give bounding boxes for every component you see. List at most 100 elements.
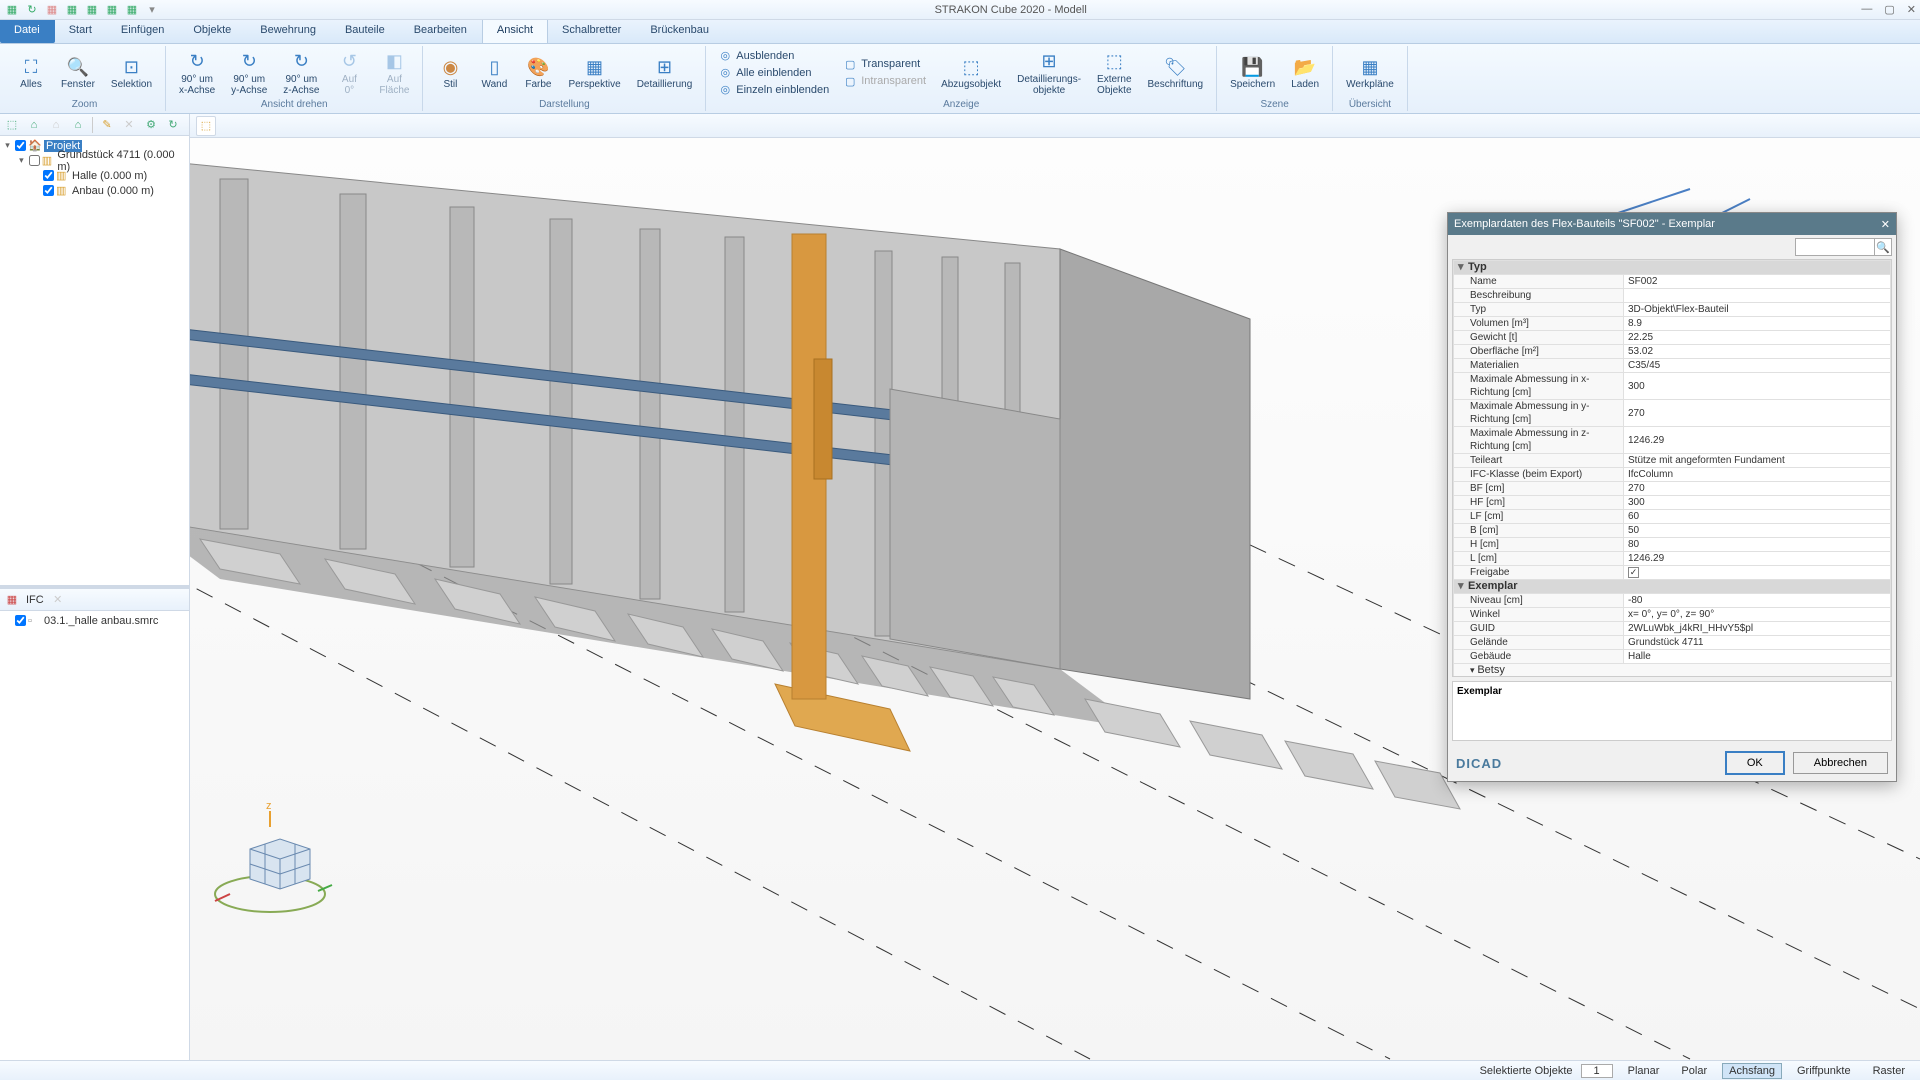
tab-brueckenbau[interactable]: Brückenbau (636, 20, 724, 43)
farbe-icon: 🎨 (526, 55, 550, 79)
qat-icon-3[interactable]: ▦ (44, 2, 60, 18)
ausblenden-button[interactable]: ◎Ausblenden (716, 48, 831, 64)
tree-tool-4[interactable]: ⌂ (70, 117, 86, 133)
ifc-label: IFC (26, 592, 44, 608)
qat-icon-2[interactable]: ↻ (24, 2, 40, 18)
transparent-button[interactable]: ▢Transparent (841, 56, 928, 72)
beschriftung-icon: 🏷 (1163, 55, 1187, 79)
qat-icon-7[interactable]: ▦ (124, 2, 140, 18)
tree-node-grundstueck[interactable]: ▾▥Grundstück 4711 (0.000 m) (2, 153, 187, 168)
rotate-y-icon: ↻ (237, 50, 261, 74)
tree-node-anbau[interactable]: ▥Anbau (0.000 m) (2, 183, 187, 198)
qat-icon-4[interactable]: ▦ (64, 2, 80, 18)
dialog-description: Exemplar (1452, 681, 1892, 741)
tree-toolbar: ⬚ ⌂ ⌂ ⌂ ✎ ✕ ⚙ ↻ (0, 114, 189, 136)
speichern-button[interactable]: 💾Speichern (1223, 46, 1282, 99)
farbe-button[interactable]: 🎨Farbe (517, 46, 559, 99)
group-label-szene: Szene (1223, 99, 1326, 111)
externe-button[interactable]: ⬚Externe Objekte (1090, 46, 1138, 99)
status-raster[interactable]: Raster (1866, 1063, 1912, 1079)
window-title: STRAKON Cube 2020 - Modell (160, 4, 1861, 16)
ifc-file-node[interactable]: ▫03.1._halle anbau.smrc (2, 613, 187, 628)
ribbon-group-uebersicht: ▦Werkpläne Übersicht (1333, 46, 1408, 111)
cancel-button[interactable]: Abbrechen (1793, 752, 1888, 774)
tree-tool-5[interactable]: ✎ (99, 117, 115, 133)
tab-objekte[interactable]: Objekte (179, 20, 246, 43)
dialog-search-bar: 🔍 (1448, 235, 1896, 259)
status-count: 1 (1581, 1064, 1613, 1078)
status-planar[interactable]: Planar (1621, 1063, 1667, 1079)
show-all-icon: ◎ (718, 66, 732, 80)
maximize-button[interactable]: ▢ (1884, 3, 1894, 16)
abzugsobjekt-button[interactable]: ⬚Abzugsobjekt (934, 46, 1008, 99)
zoom-fenster-button[interactable]: 🔍Fenster (54, 46, 102, 99)
tree-tool-7[interactable]: ⚙ (143, 117, 159, 133)
dialog-search-button[interactable]: 🔍 (1874, 238, 1892, 256)
freigabe-checkbox[interactable] (1628, 567, 1639, 578)
tree-tool-2[interactable]: ⌂ (26, 117, 42, 133)
ifc-tool-2[interactable]: ✕ (50, 592, 66, 608)
ribbon-group-darstellung: ◉Stil ▯Wand 🎨Farbe ▦Perspektive ⊞Detaill… (423, 46, 706, 111)
ifc-tree[interactable]: ▫03.1._halle anbau.smrc (0, 611, 189, 1060)
tab-einfuegen[interactable]: Einfügen (107, 20, 179, 43)
project-tree[interactable]: ▾🏠Projekt ▾▥Grundstück 4711 (0.000 m) ▥H… (0, 136, 189, 585)
ifc-toolbar: ▦ IFC ✕ (0, 589, 189, 611)
detailobj-button[interactable]: ⊞Detaillierungs- objekte (1010, 46, 1088, 99)
status-achsfang[interactable]: Achsfang (1722, 1063, 1782, 1079)
dialog-close-button[interactable]: ✕ (1881, 218, 1890, 231)
ribbon-tabs: Datei Start Einfügen Objekte Bewehrung B… (0, 20, 1920, 44)
tree-tool-6[interactable]: ✕ (121, 117, 137, 133)
hide-icon: ◎ (718, 49, 732, 63)
wand-button[interactable]: ▯Wand (473, 46, 515, 99)
tab-bauteile[interactable]: Bauteile (331, 20, 400, 43)
alle-einblenden-button[interactable]: ◎Alle einblenden (716, 65, 831, 81)
tree-tool-3[interactable]: ⌂ (48, 117, 64, 133)
ifc-tool-1[interactable]: ▦ (4, 592, 20, 608)
rotate-z-button[interactable]: ↻90° um z-Achse (276, 46, 326, 99)
tab-bewehrung[interactable]: Bewehrung (246, 20, 331, 43)
werkplaene-button[interactable]: ▦Werkpläne (1339, 46, 1401, 99)
rotate-x-button[interactable]: ↻90° um x-Achse (172, 46, 222, 99)
dialog-title-text: Exemplardaten des Flex-Bauteils "SF002" … (1454, 218, 1881, 230)
qat-icon-6[interactable]: ▦ (104, 2, 120, 18)
tree-tool-1[interactable]: ⬚ (4, 117, 20, 133)
detaillierung-button[interactable]: ⊞Detaillierung (630, 46, 700, 99)
tab-datei[interactable]: Datei (0, 20, 55, 43)
ok-button[interactable]: OK (1725, 751, 1785, 775)
tab-bearbeiten[interactable]: Bearbeiten (400, 20, 482, 43)
rotate-face-button[interactable]: ◧Auf Fläche (372, 46, 416, 99)
qat-icon-5[interactable]: ▦ (84, 2, 100, 18)
status-griffpunkte[interactable]: Griffpunkte (1790, 1063, 1858, 1079)
stil-icon: ◉ (438, 55, 462, 79)
window-controls: — ▢ ✕ (1861, 3, 1916, 16)
tab-schalbretter[interactable]: Schalbretter (548, 20, 636, 43)
close-button[interactable]: ✕ (1907, 3, 1916, 16)
status-polar[interactable]: Polar (1674, 1063, 1714, 1079)
svg-text:z: z (266, 800, 272, 812)
qat-icon-1[interactable]: ▦ (4, 2, 20, 18)
rotate-0-button[interactable]: ↺Auf 0° (328, 46, 370, 99)
dialog-body[interactable]: ▾Typ NameSF002 Beschreibung Typ3D-Objekt… (1452, 259, 1892, 677)
einzeln-einblenden-button[interactable]: ◎Einzeln einblenden (716, 82, 831, 98)
tree-tool-8[interactable]: ↻ (165, 117, 181, 133)
zoom-selektion-button[interactable]: ⊡Selektion (104, 46, 159, 99)
zoom-selection-icon: ⊡ (119, 55, 143, 79)
tab-ansicht[interactable]: Ansicht (482, 20, 548, 43)
dialog-search-input[interactable] (1795, 238, 1875, 256)
tab-start[interactable]: Start (55, 20, 107, 43)
group-label-uebersicht: Übersicht (1339, 99, 1401, 111)
perspektive-button[interactable]: ▦Perspektive (561, 46, 627, 99)
rotate-y-button[interactable]: ↻90° um y-Achse (224, 46, 274, 99)
viewport-cube-icon[interactable]: ⬚ (196, 116, 216, 136)
minimize-button[interactable]: — (1861, 3, 1872, 16)
stil-button[interactable]: ◉Stil (429, 46, 471, 99)
zoom-alles-button[interactable]: ⛶Alles (10, 46, 52, 99)
qat-dropdown-icon[interactable]: ▾ (144, 2, 160, 18)
laden-button[interactable]: 📂Laden (1284, 46, 1326, 99)
dialog-titlebar[interactable]: Exemplardaten des Flex-Bauteils "SF002" … (1448, 213, 1896, 235)
status-bar: Selektierte Objekte 1 Planar Polar Achsf… (0, 1060, 1920, 1080)
title-bar: ▦ ↻ ▦ ▦ ▦ ▦ ▦ ▾ STRAKON Cube 2020 - Mode… (0, 0, 1920, 20)
intransparent-button[interactable]: ▢Intransparent (841, 73, 928, 89)
ribbon-group-drehen: ↻90° um x-Achse ↻90° um y-Achse ↻90° um … (166, 46, 423, 111)
beschriftung-button[interactable]: 🏷Beschriftung (1141, 46, 1211, 99)
